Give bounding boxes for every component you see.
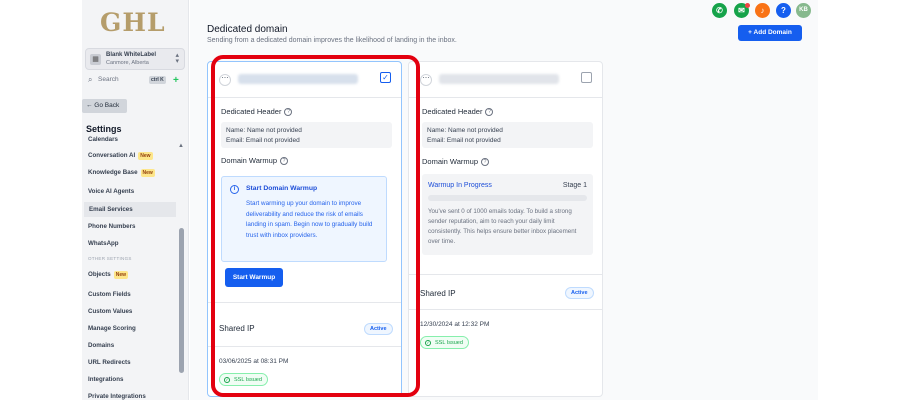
warmup-progress-description: You've sent 0 of 1000 emails today. To b…	[428, 208, 577, 245]
warmup-stage: Stage 1	[562, 182, 587, 189]
sidebar-item-integrations[interactable]: Integrations	[88, 376, 123, 383]
new-badge: New	[138, 152, 153, 160]
sidebar-scrollbar[interactable]	[179, 228, 184, 373]
new-badge: New	[140, 169, 155, 177]
new-badge: New	[113, 271, 128, 279]
go-back-button[interactable]: ← Go Back	[82, 99, 127, 113]
sidebar-item-domains[interactable]: Domains	[88, 342, 114, 349]
add-domain-button[interactable]: + Add Domain	[738, 25, 802, 41]
brand-logo: GHL	[100, 8, 166, 37]
select-checkbox[interactable]	[581, 72, 592, 83]
sidebar: GHL ▦ Blank WhiteLabel Canmore, Alberta …	[82, 0, 189, 400]
sidebar-item-objects[interactable]: Objects New	[88, 271, 128, 279]
settings-heading: Settings	[86, 124, 122, 134]
shared-ip-label: Shared IP	[420, 289, 456, 298]
ssl-badge: ✓ SSL Issued	[420, 336, 469, 349]
check-circle-icon: ✓	[425, 340, 431, 346]
search-shortcut: ctrl K	[149, 76, 166, 84]
avatar[interactable]: KB	[796, 3, 811, 18]
sidebar-item-private-integrations[interactable]: Private Integrations	[88, 393, 146, 400]
sidebar-item-knowledge-base[interactable]: Knowledge Base New	[88, 169, 155, 177]
phone-icon[interactable]: ✆	[712, 3, 727, 18]
divider	[409, 274, 602, 275]
page-title: Dedicated domain	[207, 24, 288, 35]
sidebar-item-phone-numbers[interactable]: Phone Numbers	[88, 223, 135, 230]
warmup-progress-box: Warmup In Progress Stage 1 You've sent 0…	[422, 174, 593, 255]
scroll-up-arrow-icon[interactable]: ▲	[178, 143, 184, 149]
building-icon: ▦	[90, 54, 101, 65]
chevron-updown-icon: ▴ ▾	[175, 52, 179, 65]
created-date: 12/30/2024 at 12:32 PM	[420, 321, 490, 328]
dedicated-header-label: Dedicated Header?	[422, 107, 494, 117]
sidebar-item-email-services[interactable]: Email Services	[84, 202, 176, 217]
search-input[interactable]: ⌕ Search ctrl K	[85, 74, 169, 88]
sender-info: Name: Name not provided Email: Email not…	[422, 122, 593, 148]
sidebar-item-whatsapp[interactable]: WhatsApp	[88, 240, 119, 247]
account-name: Blank WhiteLabel	[106, 52, 157, 58]
highlight-annotation	[211, 55, 420, 397]
sidebar-item-custom-values[interactable]: Custom Values	[88, 308, 132, 315]
sidebar-item-calendars[interactable]: Calendars	[88, 136, 118, 143]
sidebar-item-url-redirects[interactable]: URL Redirects	[88, 359, 131, 366]
account-location: Canmore, Alberta	[106, 60, 149, 66]
divider	[409, 97, 602, 98]
notification-dot	[745, 3, 750, 8]
domain-name-redacted	[439, 74, 559, 84]
status-badge: Active	[565, 287, 594, 299]
help-icon[interactable]: ?	[481, 158, 489, 167]
domain-warmup-label: Domain Warmup?	[422, 157, 489, 167]
section-other-settings: OTHER SETTINGS	[88, 256, 132, 261]
divider	[409, 309, 602, 310]
sidebar-item-voice-ai-agents[interactable]: Voice AI Agents	[88, 188, 134, 195]
sidebar-item-custom-fields[interactable]: Custom Fields	[88, 291, 131, 298]
more-options-icon[interactable]: ⋯	[420, 74, 432, 86]
search-icon: ⌕	[88, 75, 93, 84]
help-icon[interactable]: ?	[776, 3, 791, 18]
warmup-progress-title: Warmup In Progress	[428, 182, 492, 189]
account-switcher[interactable]: ▦ Blank WhiteLabel Canmore, Alberta ▴ ▾	[85, 48, 185, 70]
domain-card: ⋯ Dedicated Header? Name: Name not provi…	[408, 61, 603, 397]
bell-icon[interactable]: ♪	[755, 3, 770, 18]
help-icon[interactable]: ?	[485, 108, 494, 117]
page-subtitle: Sending from a dedicated domain improves…	[207, 37, 457, 44]
warmup-progress-bar	[428, 195, 587, 201]
search-placeholder: Search	[98, 76, 119, 83]
sidebar-item-manage-scoring[interactable]: Manage Scoring	[88, 325, 136, 332]
sender-email: Email: Email not provided	[427, 137, 501, 144]
sidebar-item-conversation-ai[interactable]: Conversation AI New	[88, 152, 153, 160]
sender-name: Name: Name not provided	[427, 127, 503, 134]
quick-add-icon[interactable]: +	[173, 75, 179, 86]
